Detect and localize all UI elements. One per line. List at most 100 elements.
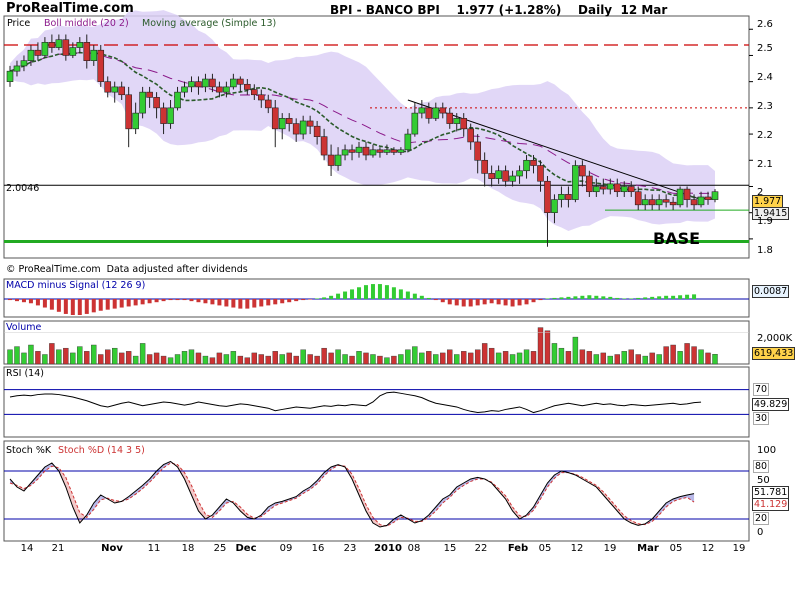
candle-body	[271, 107, 279, 130]
macd-bar	[133, 299, 138, 306]
volume-bar	[300, 349, 306, 365]
volume-bar	[49, 343, 55, 365]
candle-body	[655, 199, 663, 206]
macd-bar	[8, 299, 12, 301]
macd-bar	[475, 299, 480, 306]
macd-bar	[419, 295, 424, 299]
macd-bar	[412, 293, 417, 299]
macd-bar	[63, 299, 68, 314]
volume-bar	[42, 354, 48, 365]
price-tick: 2	[757, 187, 764, 198]
macd-bar	[524, 299, 529, 305]
macd-bar	[433, 299, 438, 301]
candle-body	[83, 42, 91, 61]
macd-bar	[154, 299, 159, 303]
candle-body	[460, 118, 468, 130]
candle-body	[558, 194, 565, 200]
rsi-title: RSI (14)	[6, 368, 44, 379]
candle-body	[432, 107, 440, 119]
macd-bar	[454, 299, 459, 306]
candle-body	[320, 136, 328, 156]
volume-bar	[98, 354, 104, 365]
volume-bar	[28, 344, 34, 365]
candle-body	[572, 165, 579, 200]
macd-bar	[650, 296, 655, 299]
volume-bar	[363, 352, 369, 365]
macd-bar	[42, 299, 47, 308]
macd-bar	[224, 299, 229, 307]
rsi-level-70: 70	[753, 383, 770, 396]
rsi-level-30: 30	[753, 412, 770, 425]
price-tick: 2.4	[757, 72, 773, 83]
candle-body	[299, 120, 307, 135]
candle-body	[230, 78, 237, 88]
macd-bar	[489, 299, 494, 304]
volume-bar	[537, 327, 544, 365]
candle-body	[202, 78, 209, 88]
macd-bar	[608, 296, 613, 299]
macd-bar	[370, 284, 375, 299]
volume-bar	[335, 349, 341, 365]
symbol-title: BPI - BANCO BPI 1.977 (+1.28%) Daily 12 …	[330, 3, 668, 17]
candle-body	[390, 149, 398, 153]
candle-body	[439, 107, 447, 114]
volume-bar	[84, 351, 90, 365]
macd-title: MACD minus Signal (12 26 9)	[6, 280, 146, 291]
macd-bar	[21, 299, 26, 303]
volume-bar	[488, 347, 495, 365]
x-tick: Feb	[507, 543, 529, 554]
candle-body	[223, 86, 230, 93]
macd-bar	[322, 297, 327, 299]
volume-bar	[70, 352, 76, 365]
macd-bar	[517, 299, 522, 306]
x-tick: Dec	[235, 543, 257, 554]
macd-bar	[384, 285, 389, 299]
candle-body	[495, 170, 502, 179]
candle-body	[474, 141, 481, 161]
volume-title: Volume	[6, 322, 42, 333]
price-tick: 2.3	[757, 101, 773, 112]
macd-bar	[105, 299, 110, 310]
candle-body	[334, 154, 342, 166]
macd-bar	[210, 299, 215, 305]
macd-bar	[301, 299, 306, 301]
macd-bar	[461, 299, 466, 307]
volume-bar	[258, 354, 264, 365]
candle-body	[523, 159, 530, 172]
volume-bar	[467, 352, 474, 365]
macd-bar	[531, 299, 536, 303]
macd-bar	[91, 299, 96, 313]
volume-bar	[405, 349, 411, 365]
volume-bar	[691, 346, 697, 365]
candle-body	[418, 107, 426, 114]
macd-bar	[112, 299, 117, 309]
volume-bar	[167, 357, 174, 365]
candle-body	[376, 149, 384, 153]
macd-bar	[594, 295, 599, 299]
candle-body	[153, 97, 160, 109]
candle-body	[600, 186, 607, 190]
candle-body	[369, 149, 377, 156]
volume-bar	[384, 357, 390, 365]
volume-bar	[523, 349, 530, 365]
macd-bar	[587, 295, 592, 299]
volume-bar	[412, 346, 418, 365]
macd-bar	[245, 299, 250, 309]
volume-bar	[14, 346, 20, 365]
volume-bar	[628, 349, 634, 365]
macd-bar	[161, 299, 166, 302]
candle-body	[397, 149, 405, 153]
base-annotation: BASE	[653, 229, 701, 248]
volume-bar	[586, 351, 593, 365]
x-tick: 12	[570, 543, 584, 554]
candle-body	[662, 199, 670, 203]
candle-body	[167, 107, 174, 124]
macd-bar	[329, 295, 334, 299]
macd-bar	[447, 299, 452, 305]
x-tick: 09	[279, 543, 293, 554]
x-tick: 08	[407, 543, 421, 554]
candle-body	[627, 186, 635, 193]
volume-bar	[160, 355, 167, 365]
left-value-label: 2.0046	[6, 183, 40, 194]
candle-body	[62, 39, 70, 56]
